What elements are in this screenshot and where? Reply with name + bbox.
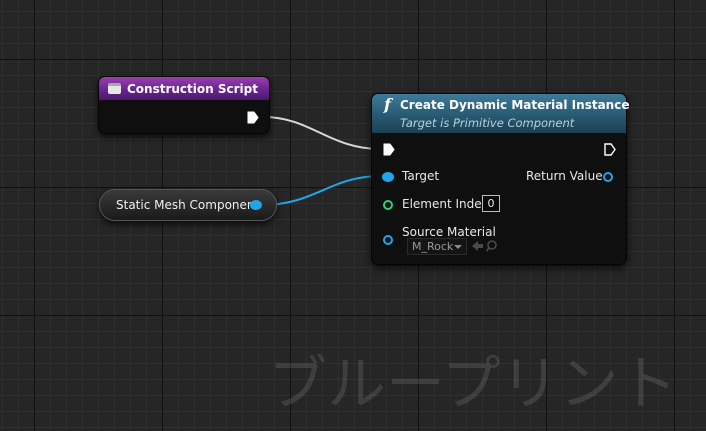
create-node-subtitle: Target is Primitive Component <box>400 116 575 130</box>
static-mesh-component-label: Static Mesh Component <box>116 198 260 212</box>
return-value-pin-label: Return Value <box>526 169 603 183</box>
mesh-out-pin-icon[interactable] <box>250 200 262 210</box>
exec-wire <box>263 116 381 150</box>
source-material-dropdown[interactable]: M_Rock <box>407 238 467 255</box>
return-value-pin-icon[interactable] <box>603 172 613 182</box>
target-pin-icon[interactable] <box>382 172 394 182</box>
construction-script-header[interactable]: Construction Script <box>99 77 269 100</box>
target-wire <box>261 175 382 206</box>
browse-search-icon[interactable] <box>485 240 497 252</box>
use-selected-arrow-icon[interactable] <box>472 241 483 251</box>
static-mesh-component-node[interactable]: Static Mesh Component <box>99 189 277 221</box>
exec-out-pin-icon[interactable] <box>604 143 616 156</box>
element-index-pin-icon[interactable] <box>383 200 393 210</box>
create-dynamic-material-instance-node[interactable]: f Create Dynamic Material Instance Targe… <box>371 93 630 265</box>
element-index-input[interactable]: 0 <box>482 195 500 212</box>
source-material-pin-label: Source Material <box>402 225 496 239</box>
exec-out-pin-icon[interactable] <box>247 111 259 124</box>
construction-script-title: Construction Script <box>127 81 258 96</box>
create-node-title: Create Dynamic Material Instance <box>400 98 630 112</box>
script-icon <box>108 83 121 94</box>
source-material-value: M_Rock <box>412 240 454 253</box>
create-node-header[interactable]: f Create Dynamic Material Instance Targe… <box>372 94 630 133</box>
blueprint-watermark: ブループリント <box>268 349 678 418</box>
function-icon: f <box>384 95 391 114</box>
target-pin-label: Target <box>402 169 440 183</box>
exec-in-pin-icon[interactable] <box>383 143 395 156</box>
asset-tools <box>472 240 497 252</box>
source-material-pin-icon[interactable] <box>383 235 393 245</box>
construction-script-node[interactable]: Construction Script <box>98 76 270 134</box>
element-index-pin-label: Element Index <box>402 197 489 211</box>
dropdown-arrow-icon <box>454 245 462 249</box>
